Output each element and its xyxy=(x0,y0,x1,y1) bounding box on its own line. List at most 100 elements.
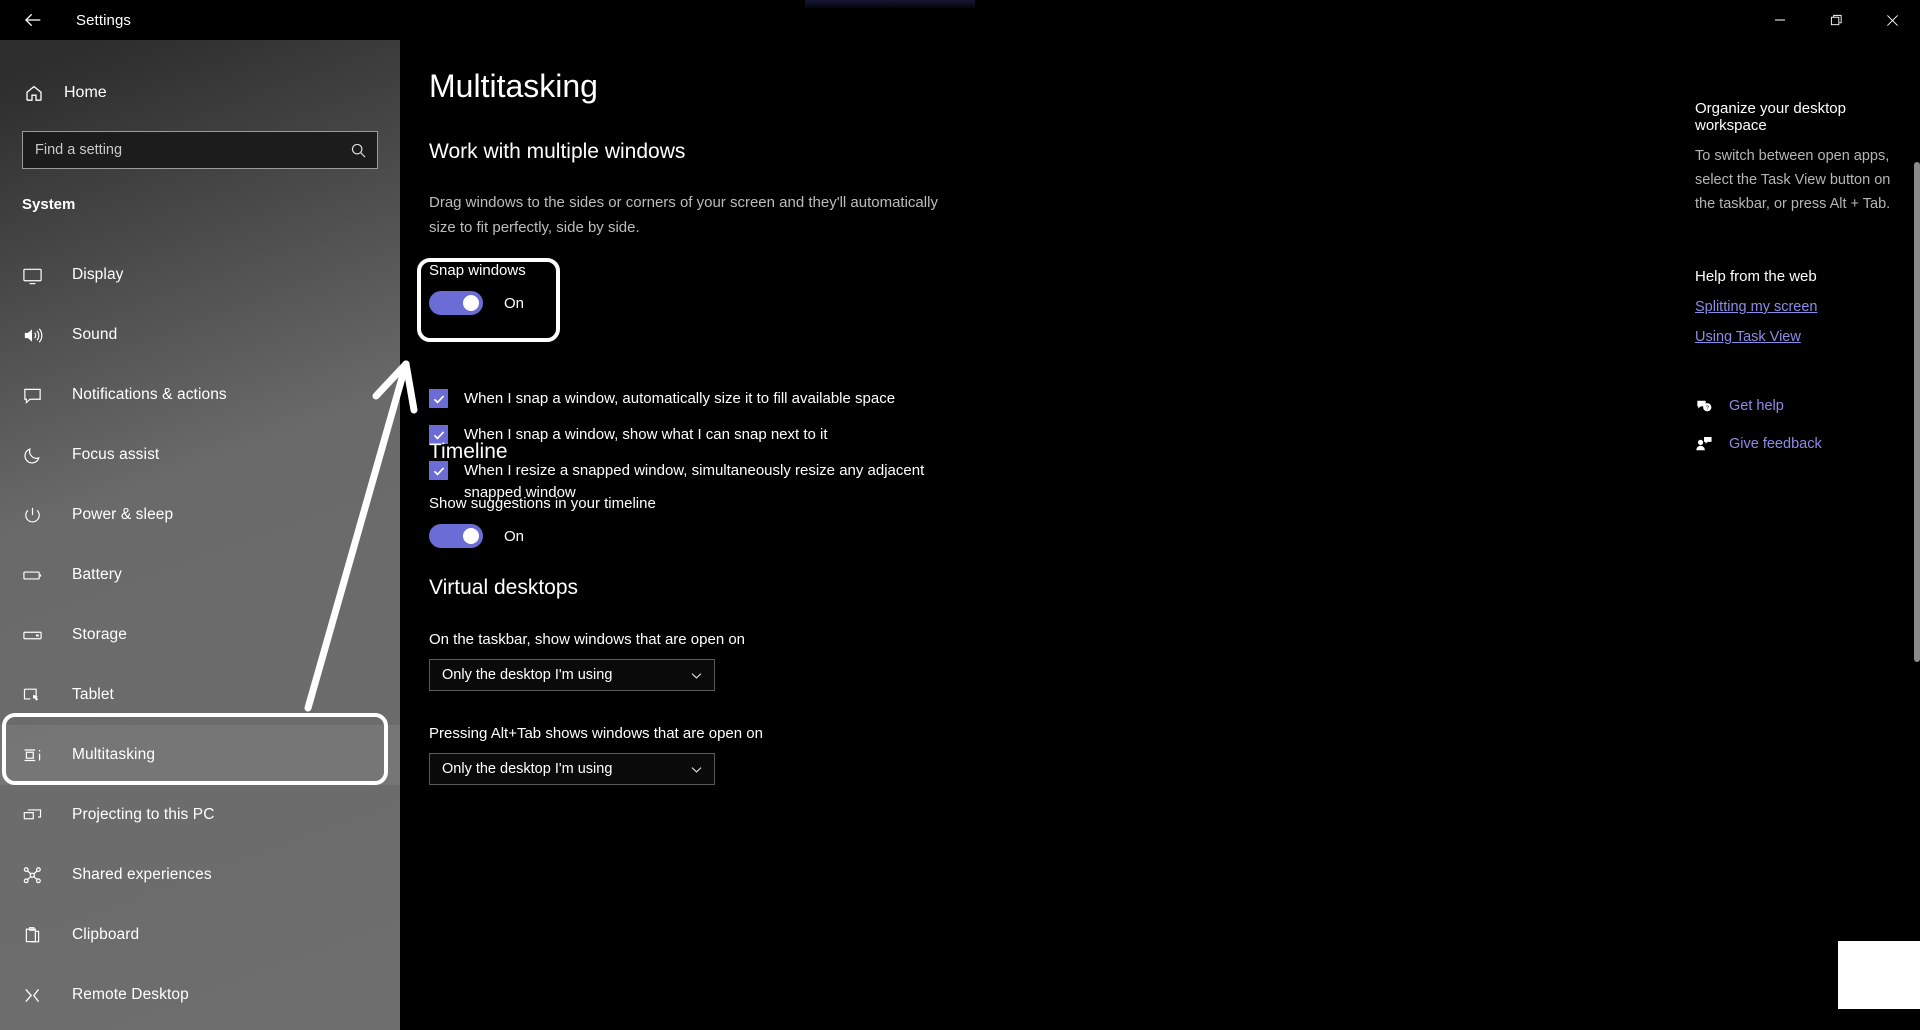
dropdown-1[interactable]: Only the desktop I'm using xyxy=(429,753,715,785)
timeline-section: Timeline Show suggestions in your timeli… xyxy=(429,440,656,548)
snap-windows-setting: Snap windows On xyxy=(429,262,526,315)
sidebar-item-storage[interactable]: Storage xyxy=(0,605,400,665)
speaker-icon xyxy=(22,325,62,346)
toggle-knob xyxy=(463,295,479,311)
sidebar-item-label: Notifications & actions xyxy=(72,386,227,403)
sidebar-item-label: Storage xyxy=(72,626,127,643)
dropdown-value: Only the desktop I'm using xyxy=(442,761,613,777)
search-box[interactable] xyxy=(22,131,378,169)
sidebar-item-projecting-to-this-pc[interactable]: Projecting to this PC xyxy=(0,785,400,845)
page-title: Multitasking xyxy=(429,68,598,104)
section-heading-timeline: Timeline xyxy=(429,440,508,463)
get-help-link[interactable]: ? Get help xyxy=(1695,397,1905,415)
virtual-desktop-field: Pressing Alt+Tab shows windows that are … xyxy=(429,725,763,785)
feedback-person-icon xyxy=(1695,435,1729,453)
sidebar-item-label: Clipboard xyxy=(72,926,140,943)
rail-heading: Organize your desktop workspace xyxy=(1695,100,1846,134)
power-icon xyxy=(22,505,62,526)
monitor-icon xyxy=(22,265,62,286)
window-controls xyxy=(1752,0,1920,40)
storage-icon xyxy=(22,625,62,646)
home-icon xyxy=(24,83,58,103)
give-feedback-link[interactable]: Give feedback xyxy=(1695,435,1905,453)
checkbox[interactable] xyxy=(429,389,448,408)
sidebar-nav-list: Display Sound Notifications & actions Focus… xyxy=(0,245,400,1025)
sidebar-item-label: Power & sleep xyxy=(72,506,174,523)
white-overlay-block xyxy=(1838,941,1920,1009)
window-title: Settings xyxy=(76,11,131,29)
sidebar-item-label: Projecting to this PC xyxy=(72,806,215,823)
rail-action-links: ? Get help Give feedback xyxy=(1695,397,1905,453)
toggle-knob xyxy=(463,528,479,544)
sidebar-item-remote-desktop[interactable]: Remote Desktop xyxy=(0,965,400,1025)
section-heading-virtual-desktops: Virtual desktops xyxy=(429,576,579,599)
sidebar-item-sound[interactable]: Sound xyxy=(0,305,400,365)
timeline-suggestions-toggle[interactable] xyxy=(429,524,483,548)
tablet-icon xyxy=(22,685,62,706)
sidebar-item-label: Shared experiences xyxy=(72,866,212,883)
sidebar-item-multitasking[interactable]: Multitasking xyxy=(0,725,400,785)
rail-link[interactable]: Using Task View xyxy=(1695,329,1905,345)
sidebar-item-label: Remote Desktop xyxy=(72,986,189,1003)
chevron-down-icon xyxy=(689,668,704,683)
sidebar-item-home[interactable]: Home xyxy=(14,72,386,114)
sidebar-item-focus-assist[interactable]: Focus assist xyxy=(0,425,400,485)
close-icon[interactable] xyxy=(1864,0,1920,40)
sidebar: Home System Display Sound Notifications & … xyxy=(0,0,400,1030)
sidebar-item-shared-experiences[interactable]: Shared experiences xyxy=(0,845,400,905)
rail-help-heading: Help from the web xyxy=(1695,268,1817,285)
settings-window: Home System Display Sound Notifications & … xyxy=(0,0,1920,1030)
give-feedback-label: Give feedback xyxy=(1729,436,1822,452)
search-icon[interactable] xyxy=(339,142,377,159)
share-nodes-icon xyxy=(22,865,62,886)
svg-text:?: ? xyxy=(1706,406,1709,412)
sidebar-item-clipboard[interactable]: Clipboard xyxy=(0,905,400,965)
minimize-icon[interactable] xyxy=(1752,0,1808,40)
battery-icon xyxy=(22,565,62,586)
snap-windows-toggle[interactable] xyxy=(429,291,483,315)
sidebar-item-label: Multitasking xyxy=(72,746,156,763)
search-input[interactable] xyxy=(23,132,339,168)
snap-option-checkbox-row[interactable]: When I snap a window, automatically size… xyxy=(429,388,934,410)
timeline-suggestions-state: On xyxy=(504,527,525,545)
sidebar-item-power-sleep[interactable]: Power & sleep xyxy=(0,485,400,545)
sidebar-item-display[interactable]: Display xyxy=(0,245,400,305)
multitasking-icon xyxy=(22,745,62,766)
sidebar-item-label: Battery xyxy=(72,566,122,583)
field-label: Pressing Alt+Tab shows windows that are … xyxy=(429,725,763,742)
sidebar-item-battery[interactable]: Battery xyxy=(0,545,400,605)
main-content: Multitasking Work with multiple windows … xyxy=(400,40,1920,1030)
sidebar-home-label: Home xyxy=(64,84,107,101)
scrollbar-thumb[interactable] xyxy=(1914,162,1920,662)
project-icon xyxy=(22,805,62,826)
sidebar-item-label: Sound xyxy=(72,326,118,343)
snap-windows-label: Snap windows xyxy=(429,262,526,279)
chevron-down-icon xyxy=(689,762,704,777)
rail-paragraph: To switch between open apps, select the … xyxy=(1695,148,1891,212)
checkbox-label: When I snap a window, automatically size… xyxy=(464,390,896,407)
rail-link[interactable]: Splitting my screen xyxy=(1695,299,1905,315)
virtual-desktops-section: Virtual desktops On the taskbar, show wi… xyxy=(429,576,763,819)
sidebar-item-label: Focus assist xyxy=(72,446,160,463)
restore-icon[interactable] xyxy=(1808,0,1864,40)
sidebar-group-label: System xyxy=(22,196,76,213)
dropdown-0[interactable]: Only the desktop I'm using xyxy=(429,659,715,691)
content-scrollbar[interactable] xyxy=(1914,82,1920,1030)
sidebar-item-notifications-actions[interactable]: Notifications & actions xyxy=(0,365,400,425)
chat-bubble-icon xyxy=(22,385,62,406)
field-label: On the taskbar, show windows that are op… xyxy=(429,631,746,648)
remote-desktop-icon xyxy=(22,985,62,1006)
window-titlebar: Settings xyxy=(0,0,1920,40)
back-arrow-icon[interactable] xyxy=(10,2,56,38)
moon-icon xyxy=(22,445,62,466)
get-help-label: Get help xyxy=(1729,398,1784,414)
section-heading-windows: Work with multiple windows xyxy=(429,140,686,163)
question-bubble-icon: ? xyxy=(1695,397,1729,415)
related-settings-rail: Organize your desktop workspace To switc… xyxy=(1695,100,1905,473)
section-description-windows: Drag windows to the sides or corners of … xyxy=(429,194,938,236)
sidebar-item-tablet[interactable]: Tablet xyxy=(0,665,400,725)
timeline-suggestions-label: Show suggestions in your timeline xyxy=(429,495,656,512)
rail-web-links: Splitting my screen Using Task View xyxy=(1695,299,1905,345)
clipboard-icon xyxy=(22,925,62,946)
sidebar-item-label: Tablet xyxy=(72,686,114,703)
